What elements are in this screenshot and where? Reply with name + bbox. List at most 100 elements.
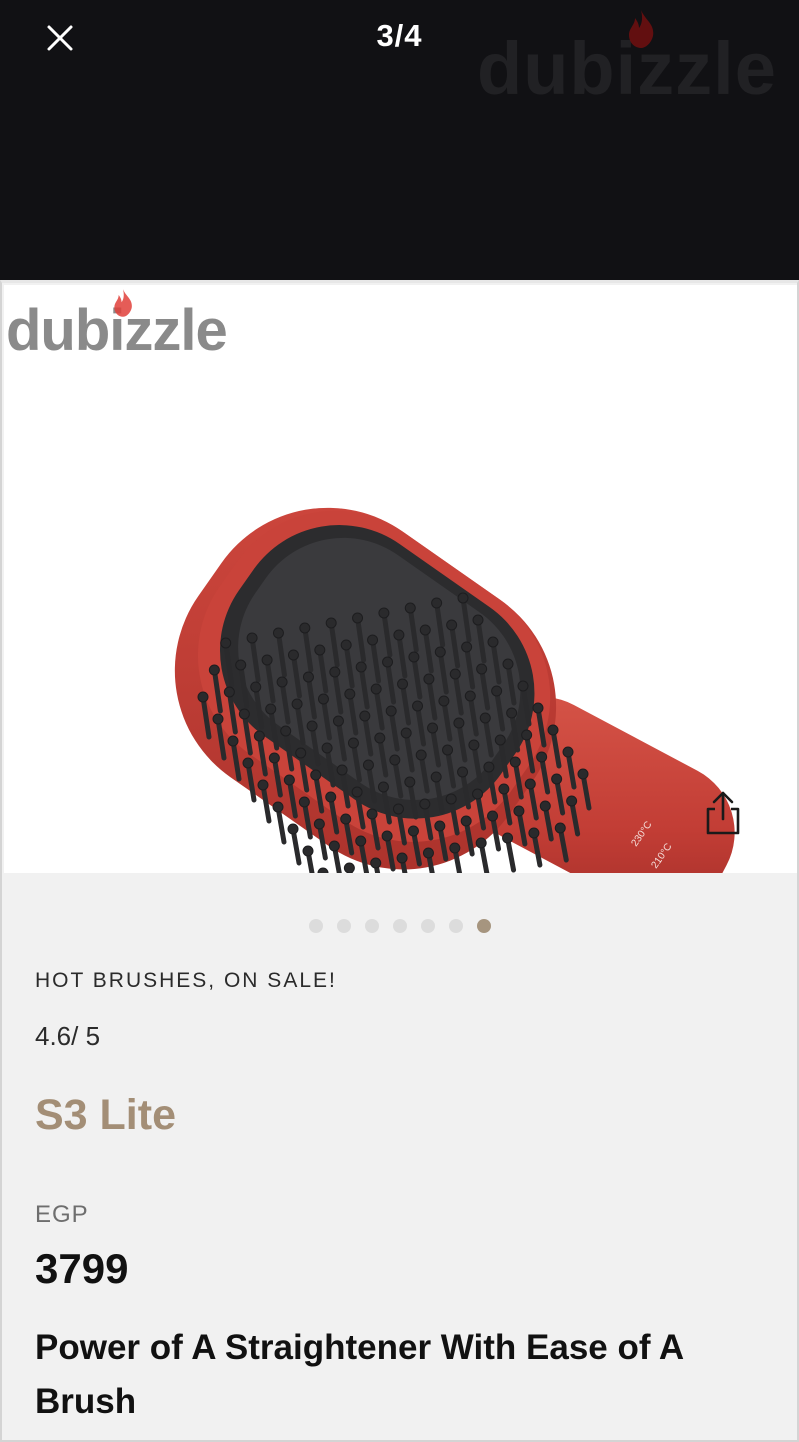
- bristle-tip: [457, 592, 469, 604]
- carousel-dot[interactable]: [392, 919, 407, 933]
- bristle-tip: [404, 602, 416, 614]
- product-image[interactable]: 230°C 210°C dubizzle: [4, 285, 797, 873]
- bristle-tip: [419, 798, 431, 810]
- bristle-tip: [438, 695, 450, 707]
- carousel-dot[interactable]: [420, 919, 435, 933]
- bristle-tip: [431, 597, 443, 609]
- bristle-tip: [317, 693, 329, 705]
- share-button[interactable]: [700, 787, 746, 839]
- watermark-logo: dubizzle: [477, 10, 797, 110]
- bristle-tip: [261, 654, 273, 666]
- bristle-tip: [449, 668, 461, 680]
- bristle-tip: [366, 808, 378, 820]
- bristle-tip: [212, 713, 224, 725]
- bristle-tip: [355, 661, 367, 673]
- carousel-dot[interactable]: [336, 919, 351, 933]
- bristle-tip: [392, 803, 404, 815]
- bristle-tip: [509, 756, 521, 768]
- hero-watermark: dubizzle: [6, 289, 228, 364]
- bristle-tip: [302, 671, 314, 683]
- bristle-tip: [464, 690, 476, 702]
- bristle-tip: [449, 842, 461, 854]
- carousel-indicator: [2, 919, 797, 939]
- carousel-dot[interactable]: [364, 919, 379, 933]
- bristle-tip: [370, 857, 382, 869]
- bristle-tip: [314, 644, 326, 656]
- bristle-tip: [257, 779, 269, 791]
- bristle-tip: [479, 712, 491, 724]
- hair-brush-illustration: 230°C 210°C: [174, 507, 735, 873]
- carousel-dot[interactable]: [448, 919, 463, 933]
- bristle-tip: [577, 768, 589, 780]
- bristle-tip: [408, 651, 420, 663]
- bristle-tip: [283, 774, 295, 786]
- carousel-dot[interactable]: [308, 919, 323, 933]
- bristle-tip: [397, 678, 409, 690]
- bristle-tip: [498, 783, 510, 795]
- bristle-tip: [208, 664, 220, 676]
- bristle-tip: [340, 639, 352, 651]
- bristle-tip: [220, 637, 232, 649]
- bristle-tip: [487, 636, 499, 648]
- bristle-tip: [253, 730, 265, 742]
- bristle-tip: [430, 771, 442, 783]
- bristle-tip: [491, 685, 503, 697]
- bristle-tip: [419, 624, 431, 636]
- bristle-tip: [400, 727, 412, 739]
- bristle-tip: [468, 739, 480, 751]
- bristle-tip: [374, 732, 386, 744]
- bristle-tip: [325, 791, 337, 803]
- bristle-tip: [377, 781, 389, 793]
- bristle-tip: [272, 627, 284, 639]
- bristle-tip: [238, 708, 250, 720]
- bristle-tip: [396, 852, 408, 864]
- bristle-tip: [317, 867, 329, 873]
- bristle-tip: [532, 702, 544, 714]
- bristle-tip: [268, 752, 280, 764]
- bristle-tip: [235, 659, 247, 671]
- bristle-tip: [434, 820, 446, 832]
- bristle-tip: [528, 827, 540, 839]
- bristle-tip: [378, 607, 390, 619]
- bristle-tip: [359, 710, 371, 722]
- bristle-tip: [362, 759, 374, 771]
- bristle-tip: [325, 617, 337, 629]
- flame-icon: [114, 289, 132, 317]
- bristle-tip: [298, 796, 310, 808]
- bristle-tip: [457, 766, 469, 778]
- bristle-tip: [502, 832, 514, 844]
- rating-text: 4.6/ 5: [35, 1021, 101, 1051]
- bristle-tip: [494, 734, 506, 746]
- bristle-tip: [197, 691, 209, 703]
- bristle-tip: [351, 786, 363, 798]
- bristle-tip: [280, 725, 292, 737]
- bristle-tip: [407, 825, 419, 837]
- bristle-tip: [524, 778, 536, 790]
- bristle-tip: [513, 805, 525, 817]
- bristle-tip: [227, 735, 239, 747]
- bristle-tip: [442, 744, 454, 756]
- bristle-tip: [370, 683, 382, 695]
- bristle-tip: [475, 837, 487, 849]
- bristle-tip: [382, 656, 394, 668]
- price-currency: EGP: [35, 1201, 89, 1228]
- bristle-tip: [276, 676, 288, 688]
- bristle-tip: [517, 680, 529, 692]
- product-tagline: Power of A Straightener With Ease of A B…: [35, 1328, 683, 1421]
- bristle-tip: [472, 614, 484, 626]
- bristle-tip: [483, 761, 495, 773]
- bristle-tip: [415, 749, 427, 761]
- bristle-tip: [434, 646, 446, 658]
- bristle-tip: [291, 698, 303, 710]
- bristle-tip: [393, 629, 405, 641]
- bristle-tip: [272, 801, 284, 813]
- bristle-tip: [539, 800, 551, 812]
- viewer-top-bar: 3/4 dubizzle: [0, 0, 799, 280]
- category-label: HOT BRUSHES, ON SALE!: [35, 969, 337, 992]
- bristle-tip: [381, 830, 393, 842]
- bristle-tip: [521, 729, 533, 741]
- bristle-tip: [453, 717, 465, 729]
- bristle-tip: [461, 641, 473, 653]
- carousel-dot[interactable]: [476, 919, 491, 933]
- bristle-tip: [336, 764, 348, 776]
